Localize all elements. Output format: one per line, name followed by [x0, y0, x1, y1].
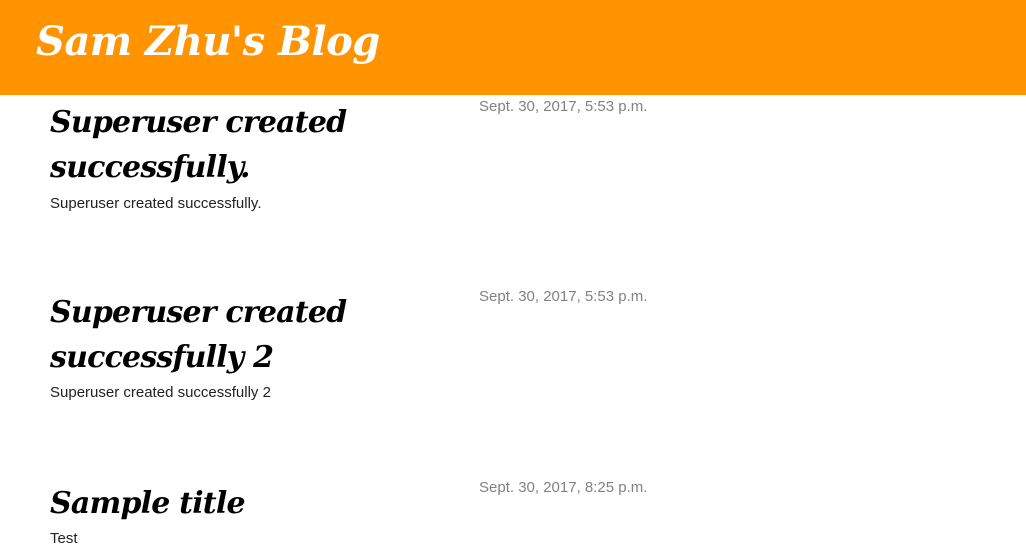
post-list: Sept. 30, 2017, 5:53 p.m. Superuser crea…	[0, 0, 1026, 556]
post-title-link[interactable]: Sample title	[50, 481, 380, 526]
post-body: Superuser created successfully 2	[50, 384, 271, 401]
post-title-link[interactable]: Superuser created successfully.	[50, 100, 380, 190]
post-date: Sept. 30, 2017, 8:25 p.m.	[479, 479, 648, 496]
post-body: Superuser created successfully.	[50, 195, 262, 212]
post-date: Sept. 30, 2017, 5:53 p.m.	[479, 98, 648, 115]
post-title-link[interactable]: Superuser created successfully 2	[50, 290, 380, 380]
post-date: Sept. 30, 2017, 5:53 p.m.	[479, 288, 648, 305]
post-body: Test	[50, 530, 78, 547]
